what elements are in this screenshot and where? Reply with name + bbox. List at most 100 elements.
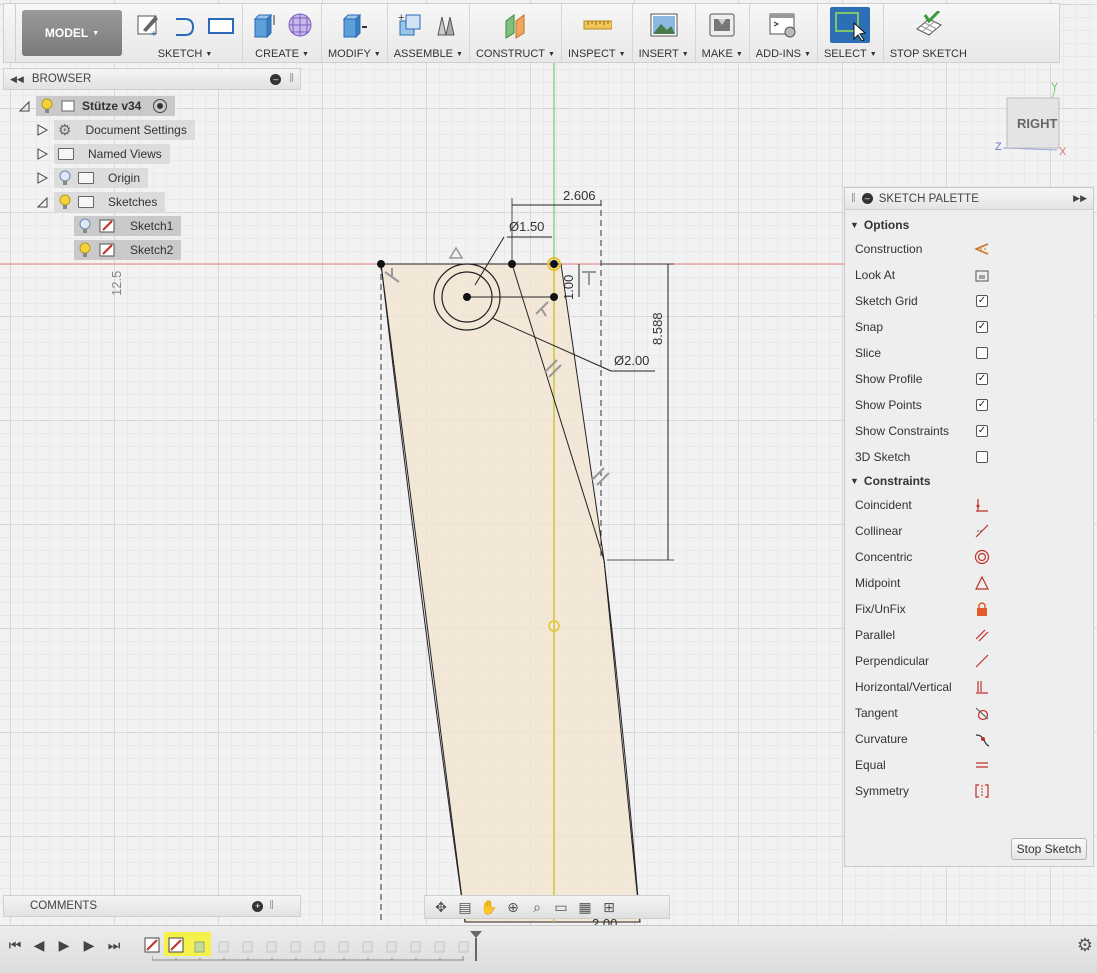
group-label-create[interactable]: CREATE <box>255 48 299 60</box>
dim-large-dia[interactable]: Ø2.00 <box>614 353 649 368</box>
panel-grip[interactable]: ‖ <box>269 900 274 912</box>
constraint-tangent[interactable]: Tangent <box>845 700 1093 726</box>
parallel-icon[interactable] <box>974 627 990 643</box>
show-profile-checkbox[interactable]: ✓ <box>976 373 988 385</box>
look-at-icon[interactable] <box>974 267 990 283</box>
play-icon[interactable]: ▶ <box>55 936 73 954</box>
option-snap[interactable]: Snap ✓ <box>845 314 1093 340</box>
timeline-marker[interactable] <box>469 930 483 962</box>
timeline-feature-icon[interactable] <box>215 936 233 954</box>
symmetry-icon[interactable] <box>974 783 990 799</box>
rectangle-icon[interactable] <box>206 10 236 40</box>
lightbulb-icon[interactable] <box>40 98 54 114</box>
lightbulb-icon[interactable] <box>58 194 72 210</box>
press-pull-icon[interactable] <box>339 10 369 40</box>
stop-sketch-icon[interactable] <box>913 10 943 40</box>
toolbar-grip[interactable] <box>4 4 16 62</box>
timeline-feature-icon[interactable] <box>263 936 281 954</box>
minimize-palette-button[interactable]: – <box>861 193 873 204</box>
constraint-coincident[interactable]: Coincident <box>845 492 1093 518</box>
perpendicular-icon[interactable] <box>974 653 990 669</box>
form-icon[interactable] <box>285 10 315 40</box>
timeline-feature-icon[interactable] <box>239 936 257 954</box>
tree-item-sketch1[interactable]: Sketch1 <box>74 216 182 236</box>
3d-print-icon[interactable] <box>707 10 737 40</box>
minimize-browser-button[interactable]: – <box>270 73 282 85</box>
expand-triangle-icon[interactable] <box>36 172 48 184</box>
go-to-start-icon[interactable]: ⏮ <box>6 936 24 954</box>
group-label-make[interactable]: MAKE <box>702 48 733 60</box>
slice-checkbox[interactable] <box>976 347 988 359</box>
group-label-addins[interactable]: ADD-INS <box>756 48 801 60</box>
timeline-sketch-icon[interactable] <box>143 936 161 954</box>
equal-icon[interactable] <box>974 757 990 773</box>
group-label-construct[interactable]: CONSTRUCT <box>476 48 545 60</box>
timeline-feature-icon[interactable] <box>335 936 353 954</box>
grid-settings-icon[interactable]: ▦ <box>575 898 595 916</box>
constraint-equal[interactable]: Equal <box>845 752 1093 778</box>
horizontal-vertical-icon[interactable] <box>974 679 990 695</box>
expand-palette-icon[interactable]: ▶▶ <box>1073 193 1087 204</box>
collinear-icon[interactable] <box>974 523 990 539</box>
dim-offset[interactable]: 1.00 <box>561 275 576 300</box>
fit-icon[interactable]: ⌕ <box>527 898 547 916</box>
panel-grip[interactable]: ‖ <box>289 73 294 85</box>
3d-sketch-checkbox[interactable] <box>976 451 988 463</box>
tree-item-sketch2[interactable]: Sketch2 <box>74 240 182 260</box>
timeline-feature-icon[interactable] <box>407 936 425 954</box>
select-icon[interactable] <box>830 7 871 43</box>
constraint-parallel[interactable]: Parallel <box>845 622 1093 648</box>
snap-checkbox[interactable]: ✓ <box>976 321 988 333</box>
scripts-icon[interactable] <box>768 10 798 40</box>
group-label-modify[interactable]: MODIFY <box>328 48 371 60</box>
tree-item-sketches[interactable]: Sketches <box>36 192 166 212</box>
dim-width-top[interactable]: 2.606 <box>563 188 596 203</box>
timeline-feature-icon[interactable] <box>431 936 449 954</box>
group-label-sketch[interactable]: SKETCH <box>158 48 203 60</box>
constraint-concentric[interactable]: Concentric <box>845 544 1093 570</box>
collapse-triangle-icon[interactable] <box>36 196 48 208</box>
viewcube[interactable]: Y Z X RIGHT <box>995 78 1075 158</box>
tree-item-origin[interactable]: Origin <box>36 168 149 188</box>
option-sketch-grid[interactable]: Sketch Grid ✓ <box>845 288 1093 314</box>
sketch-grid-checkbox[interactable]: ✓ <box>976 295 988 307</box>
constraints-section-header[interactable]: ▼ Constraints <box>845 470 1093 492</box>
display-settings-icon[interactable]: ▭ <box>551 898 571 916</box>
offset-plane-icon[interactable] <box>500 10 530 40</box>
option-show-points[interactable]: Show Points ✓ <box>845 392 1093 418</box>
options-section-header[interactable]: ▼ Options <box>845 214 1093 236</box>
option-slice[interactable]: Slice <box>845 340 1093 366</box>
timeline-feature-icon[interactable] <box>311 936 329 954</box>
option-look-at[interactable]: Look At <box>845 262 1093 288</box>
constraint-perpendicular[interactable]: Perpendicular <box>845 648 1093 674</box>
extrude-icon[interactable] <box>249 10 279 40</box>
option-show-profile[interactable]: Show Profile ✓ <box>845 366 1093 392</box>
expand-triangle-icon[interactable] <box>36 124 48 136</box>
orbit-icon[interactable]: ✥ <box>431 898 451 916</box>
lightbulb-icon[interactable] <box>78 242 92 258</box>
step-forward-icon[interactable]: ▶ <box>80 936 98 954</box>
constraint-curvature[interactable]: Curvature <box>845 726 1093 752</box>
collapse-arrows-icon[interactable]: ◀◀ <box>10 74 24 85</box>
zoom-icon[interactable]: ⊕ <box>503 898 523 916</box>
tree-root[interactable]: Stütze v34 <box>18 96 176 116</box>
constraint-midpoint[interactable]: Midpoint <box>845 570 1093 596</box>
expand-triangle-icon[interactable] <box>18 100 30 112</box>
look-at-nav-icon[interactable]: ▤ <box>455 898 475 916</box>
option-3d-sketch[interactable]: 3D Sketch <box>845 444 1093 470</box>
group-label-select[interactable]: SELECT <box>824 48 867 60</box>
lock-icon[interactable] <box>974 601 990 617</box>
show-points-checkbox[interactable]: ✓ <box>976 399 988 411</box>
dim-height[interactable]: 8.588 <box>650 312 665 345</box>
group-label-stop-sketch[interactable]: STOP SKETCH <box>890 48 967 60</box>
line-arc-icon[interactable] <box>170 10 200 40</box>
tangent-icon[interactable] <box>974 705 990 721</box>
construction-icon[interactable] <box>974 241 990 257</box>
palette-grip[interactable]: ‖ <box>851 193 856 205</box>
group-label-assemble[interactable]: ASSEMBLE <box>394 48 453 60</box>
pan-hand-icon[interactable]: ✋ <box>479 898 499 916</box>
constraint-fix-unfix[interactable]: Fix/UnFix <box>845 596 1093 622</box>
timeline-sketch-icon[interactable] <box>167 936 185 954</box>
dim-side[interactable]: 12.5 <box>109 271 124 296</box>
step-back-icon[interactable]: ◀ <box>30 936 48 954</box>
